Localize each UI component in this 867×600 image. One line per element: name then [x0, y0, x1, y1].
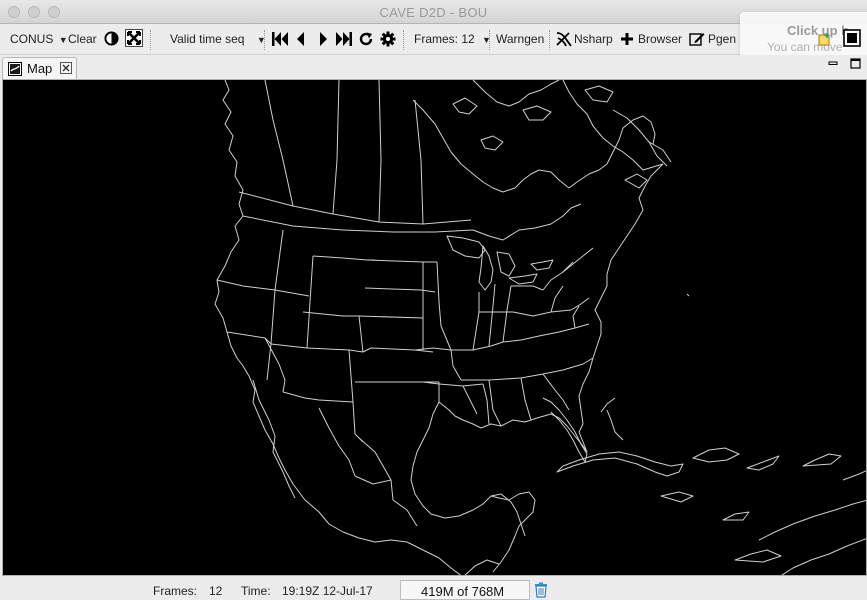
north-america-map	[214, 80, 866, 575]
tab-map[interactable]: Map	[2, 57, 77, 79]
nsharp-button[interactable]: Nsharp	[574, 32, 613, 46]
zoom-fit-icon[interactable]	[125, 29, 143, 47]
toolbar-separator	[150, 30, 151, 50]
chevron-down-icon: ▼	[58, 35, 68, 45]
next-frame-icon[interactable]	[318, 31, 328, 47]
toolbar-separator	[489, 30, 490, 50]
loop-icon[interactable]	[358, 31, 374, 47]
main-toolbar: CONUS ▼ Clear Valid time seq ▼ Frames: 1…	[0, 24, 867, 55]
scale-dropdown-label: CONUS	[10, 32, 54, 46]
map-display[interactable]	[2, 79, 867, 576]
warngen-button[interactable]: Warngen	[496, 32, 544, 46]
add-icon[interactable]	[620, 32, 634, 46]
toolbar-separator	[549, 30, 550, 50]
contrast-icon[interactable]	[104, 31, 119, 46]
clear-button[interactable]: Clear	[68, 32, 97, 46]
status-time-label: Time:	[241, 584, 271, 598]
memory-indicator: 419M of 768M	[400, 580, 530, 600]
toolbar-separator	[264, 30, 265, 50]
window-layout-icon[interactable]	[843, 29, 861, 50]
last-frame-icon[interactable]	[335, 31, 353, 47]
previous-frame-icon[interactable]	[296, 31, 306, 47]
browser-button[interactable]: Browser	[638, 32, 682, 46]
status-frames-label: Frames:	[153, 584, 198, 598]
status-bar: Frames: 12 Time: 19:19Z 12-Jul-17 419M o…	[0, 578, 867, 600]
maximize-icon[interactable]	[850, 58, 861, 72]
frames-dropdown-label: Frames: 12	[414, 32, 475, 46]
perspective-icon[interactable]	[818, 32, 832, 49]
nsharp-icon[interactable]	[555, 30, 573, 48]
scale-dropdown[interactable]: CONUS ▼	[10, 32, 68, 46]
time-mode-dropdown[interactable]: Valid time seq ▼	[170, 32, 266, 46]
trash-icon[interactable]	[534, 582, 548, 600]
minimize-icon[interactable]	[828, 59, 838, 73]
pgen-button[interactable]: Pgen	[708, 32, 736, 46]
memory-usage-text: 419M of 768M	[421, 584, 505, 599]
first-frame-icon[interactable]	[271, 31, 289, 47]
settings-gear-icon[interactable]	[380, 31, 396, 47]
time-mode-label: Valid time seq	[170, 32, 245, 46]
tab-map-label: Map	[27, 61, 53, 76]
status-frames-value: 12	[209, 584, 223, 598]
status-time-value: 19:19Z 12-Jul-17	[282, 584, 373, 598]
window-title: CAVE D2D - BOU	[379, 5, 488, 20]
toolbar-separator	[403, 30, 404, 50]
close-tab-icon[interactable]	[60, 62, 72, 77]
pgen-edit-icon[interactable]	[689, 31, 705, 47]
map-tab-icon	[8, 62, 22, 79]
frames-dropdown[interactable]: Frames: 12 ▼	[414, 32, 491, 46]
editor-tab-bar: Map	[0, 55, 867, 79]
window-titlebar: CAVE D2D - BOU	[0, 0, 867, 24]
